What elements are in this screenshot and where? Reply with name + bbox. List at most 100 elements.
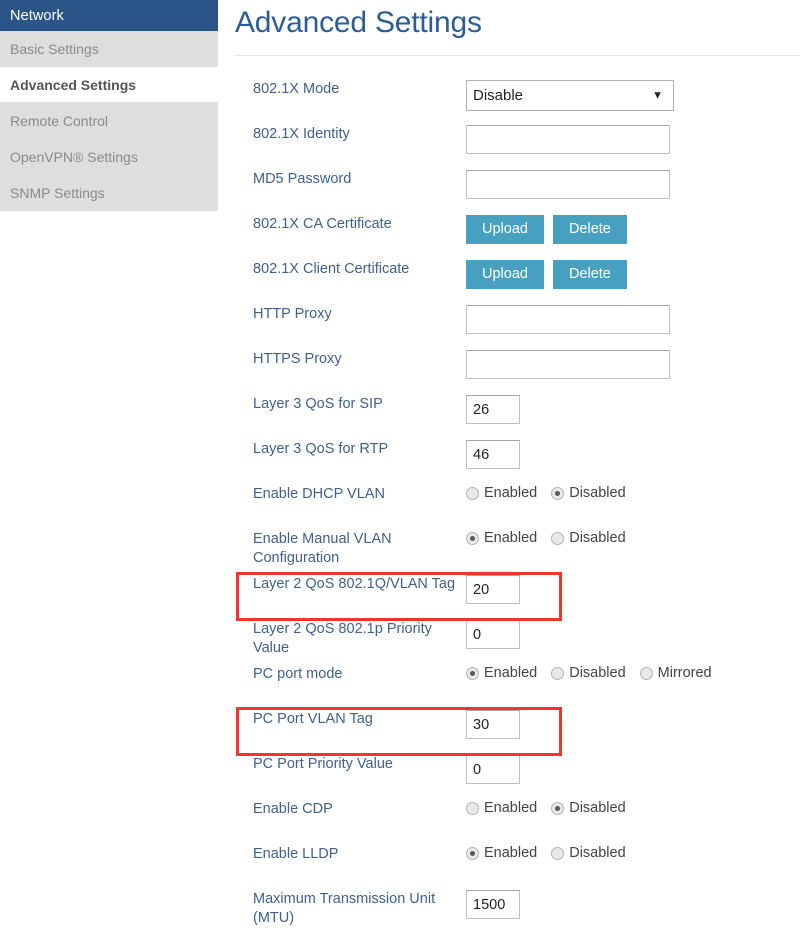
field-label: Layer 2 QoS 802.1Q/VLAN Tag — [253, 576, 456, 592]
field-control — [466, 890, 800, 919]
field-label: PC port mode — [253, 666, 343, 682]
radio-indicator[interactable] — [466, 531, 479, 545]
form-row-802-1x-client-certificate: 802.1X Client Certificate Upload Delete — [218, 260, 800, 305]
sidebar-item-openvpn-settings[interactable]: OpenVPN® Settings — [0, 139, 218, 175]
radio-option-label: Mirrored — [657, 665, 712, 681]
802-1x-mode-select[interactable]: DisableEAP-MD5EAP-TLSEAP-PEAP — [466, 80, 674, 111]
field-control — [466, 710, 800, 739]
radio-indicator[interactable] — [466, 666, 479, 680]
sidebar-item-label: Basic Settings — [10, 40, 99, 57]
field-label: Enable LLDP — [253, 846, 339, 862]
layer-2-qos-802-1p-priority-value-input[interactable] — [466, 620, 520, 649]
radio-option-enabled[interactable]: Enabled — [466, 665, 537, 681]
form-row-layer-3-qos-for-sip: Layer 3 QoS for SIP — [218, 395, 800, 440]
enable-cdp-radio-group: Enabled Disabled — [466, 800, 640, 816]
pc-port-vlan-tag-input[interactable] — [466, 710, 520, 739]
form-row-enable-cdp: Enable CDP Enabled Disabled — [218, 800, 800, 845]
main-content: Advanced Settings 802.1X Mode DisableEAP-… — [218, 0, 800, 935]
radio-option-mirrored[interactable]: Mirrored — [639, 665, 712, 681]
field-label: Enable Manual VLAN Configuration — [253, 531, 392, 566]
md5-password-input[interactable] — [466, 170, 670, 199]
radio-option-disabled[interactable]: Disabled — [551, 800, 626, 816]
field-control: DisableEAP-MD5EAP-TLSEAP-PEAP▼ — [466, 80, 800, 111]
field-control: Enabled Disabled — [466, 485, 800, 501]
sidebar-header: Network — [0, 0, 218, 31]
http-proxy-input[interactable] — [466, 305, 670, 334]
radio-option-enabled[interactable]: Enabled — [466, 800, 537, 816]
enable-dhcp-vlan-radio-group: Enabled Disabled — [466, 485, 640, 501]
radio-option-label: Disabled — [569, 845, 626, 861]
sidebar-item-snmp-settings[interactable]: SNMP Settings — [0, 175, 218, 211]
sidebar-item-label: OpenVPN® Settings — [10, 148, 138, 165]
field-label: 802.1X Client Certificate — [253, 261, 410, 277]
radio-option-disabled[interactable]: Disabled — [551, 665, 626, 681]
radio-option-label: Enabled — [484, 800, 538, 816]
https-proxy-input[interactable] — [466, 350, 670, 379]
field-control — [466, 575, 800, 604]
field-control — [466, 350, 800, 379]
form-row-pc-port-vlan-tag: PC Port VLAN Tag — [218, 710, 800, 755]
delete-button[interactable]: Delete — [552, 215, 627, 244]
802-1x-identity-input[interactable] — [466, 125, 670, 154]
radio-indicator[interactable] — [551, 846, 565, 860]
form-row-enable-manual-vlan-configuration: Enable Manual VLAN Configuration Enabled D… — [218, 530, 800, 575]
radio-indicator[interactable] — [466, 846, 479, 860]
upload-button[interactable]: Upload — [466, 260, 544, 289]
radio-option-disabled[interactable]: Disabled — [551, 530, 626, 546]
upload-button[interactable]: Upload — [466, 215, 544, 244]
radio-indicator[interactable] — [551, 801, 565, 815]
maximum-transmission-unit-mtu-input[interactable] — [466, 890, 520, 919]
radio-option-label: Disabled — [569, 665, 626, 681]
radio-option-label: Disabled — [569, 800, 626, 816]
radio-indicator[interactable] — [551, 486, 565, 500]
layer-3-qos-for-sip-input[interactable] — [466, 395, 520, 424]
layer-2-qos-802-1q-vlan-tag-input[interactable] — [466, 575, 520, 604]
sidebar-item-advanced-settings[interactable]: Advanced Settings — [0, 67, 218, 103]
select-wrapper: DisableEAP-MD5EAP-TLSEAP-PEAP▼ — [466, 80, 674, 111]
settings-form: 802.1X Mode DisableEAP-MD5EAP-TLSEAP-PEAP… — [218, 80, 800, 935]
field-label: Enable DHCP VLAN — [253, 486, 385, 502]
field-control — [466, 170, 800, 199]
field-label: 802.1X Identity — [253, 126, 350, 142]
radio-option-enabled[interactable]: Enabled — [466, 530, 537, 546]
field-label: PC Port VLAN Tag — [253, 711, 373, 727]
radio-option-label: Enabled — [484, 485, 538, 501]
radio-option-label: Enabled — [484, 665, 538, 681]
field-control — [466, 755, 800, 784]
pc-port-priority-value-input[interactable] — [466, 755, 520, 784]
sidebar-item-list: Basic Settings Advanced Settings Remote Co… — [0, 31, 218, 211]
field-label: HTTP Proxy — [253, 306, 332, 322]
delete-button[interactable]: Delete — [552, 260, 627, 289]
form-row-802-1x-mode: 802.1X Mode DisableEAP-MD5EAP-TLSEAP-PEAP… — [218, 80, 800, 125]
field-label: PC Port Priority Value — [253, 756, 393, 772]
field-control — [466, 125, 800, 154]
radio-indicator[interactable] — [639, 666, 653, 680]
field-control: Upload Delete — [466, 260, 800, 289]
radio-option-disabled[interactable]: Disabled — [551, 845, 626, 861]
field-control: Enabled Disabled — [466, 530, 800, 546]
radio-indicator[interactable] — [466, 801, 479, 815]
form-row-enable-dhcp-vlan: Enable DHCP VLAN Enabled Disabled — [218, 485, 800, 530]
radio-indicator[interactable] — [466, 486, 479, 500]
sidebar-item-label: SNMP Settings — [10, 184, 105, 201]
radio-option-disabled[interactable]: Disabled — [551, 485, 626, 501]
field-label: HTTPS Proxy — [253, 351, 342, 367]
field-label: Layer 3 QoS for RTP — [253, 441, 389, 457]
radio-option-enabled[interactable]: Enabled — [466, 845, 537, 861]
sidebar-item-label: Remote Control — [10, 112, 109, 129]
form-row-802-1x-identity: 802.1X Identity — [218, 125, 800, 170]
radio-option-label: Enabled — [484, 845, 538, 861]
layer-3-qos-for-rtp-input[interactable] — [466, 440, 520, 469]
radio-option-enabled[interactable]: Enabled — [466, 485, 537, 501]
radio-indicator[interactable] — [551, 531, 565, 545]
pc-port-mode-radio-group: Enabled Disabled Mirrored — [466, 665, 726, 681]
sidebar-header-label: Network — [10, 7, 64, 24]
sidebar-item-remote-control[interactable]: Remote Control — [0, 103, 218, 139]
form-row-md5-password: MD5 Password — [218, 170, 800, 215]
sidebar-item-basic-settings[interactable]: Basic Settings — [0, 31, 218, 67]
radio-indicator[interactable] — [551, 666, 565, 680]
form-row-pc-port-priority-value: PC Port Priority Value — [218, 755, 800, 800]
form-row-https-proxy: HTTPS Proxy — [218, 350, 800, 395]
form-row-layer-2-qos-802-1q-vlan-tag: Layer 2 QoS 802.1Q/VLAN Tag — [218, 575, 800, 620]
form-row-enable-lldp: Enable LLDP Enabled Disabled — [218, 845, 800, 890]
